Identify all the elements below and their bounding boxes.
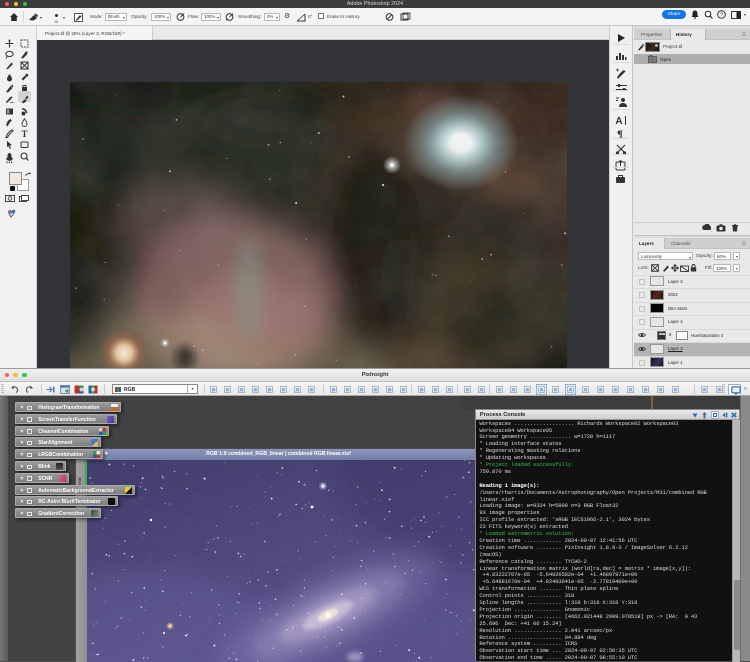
svg-text:?: ? bbox=[720, 12, 723, 18]
svg-text:A: A bbox=[615, 116, 622, 126]
